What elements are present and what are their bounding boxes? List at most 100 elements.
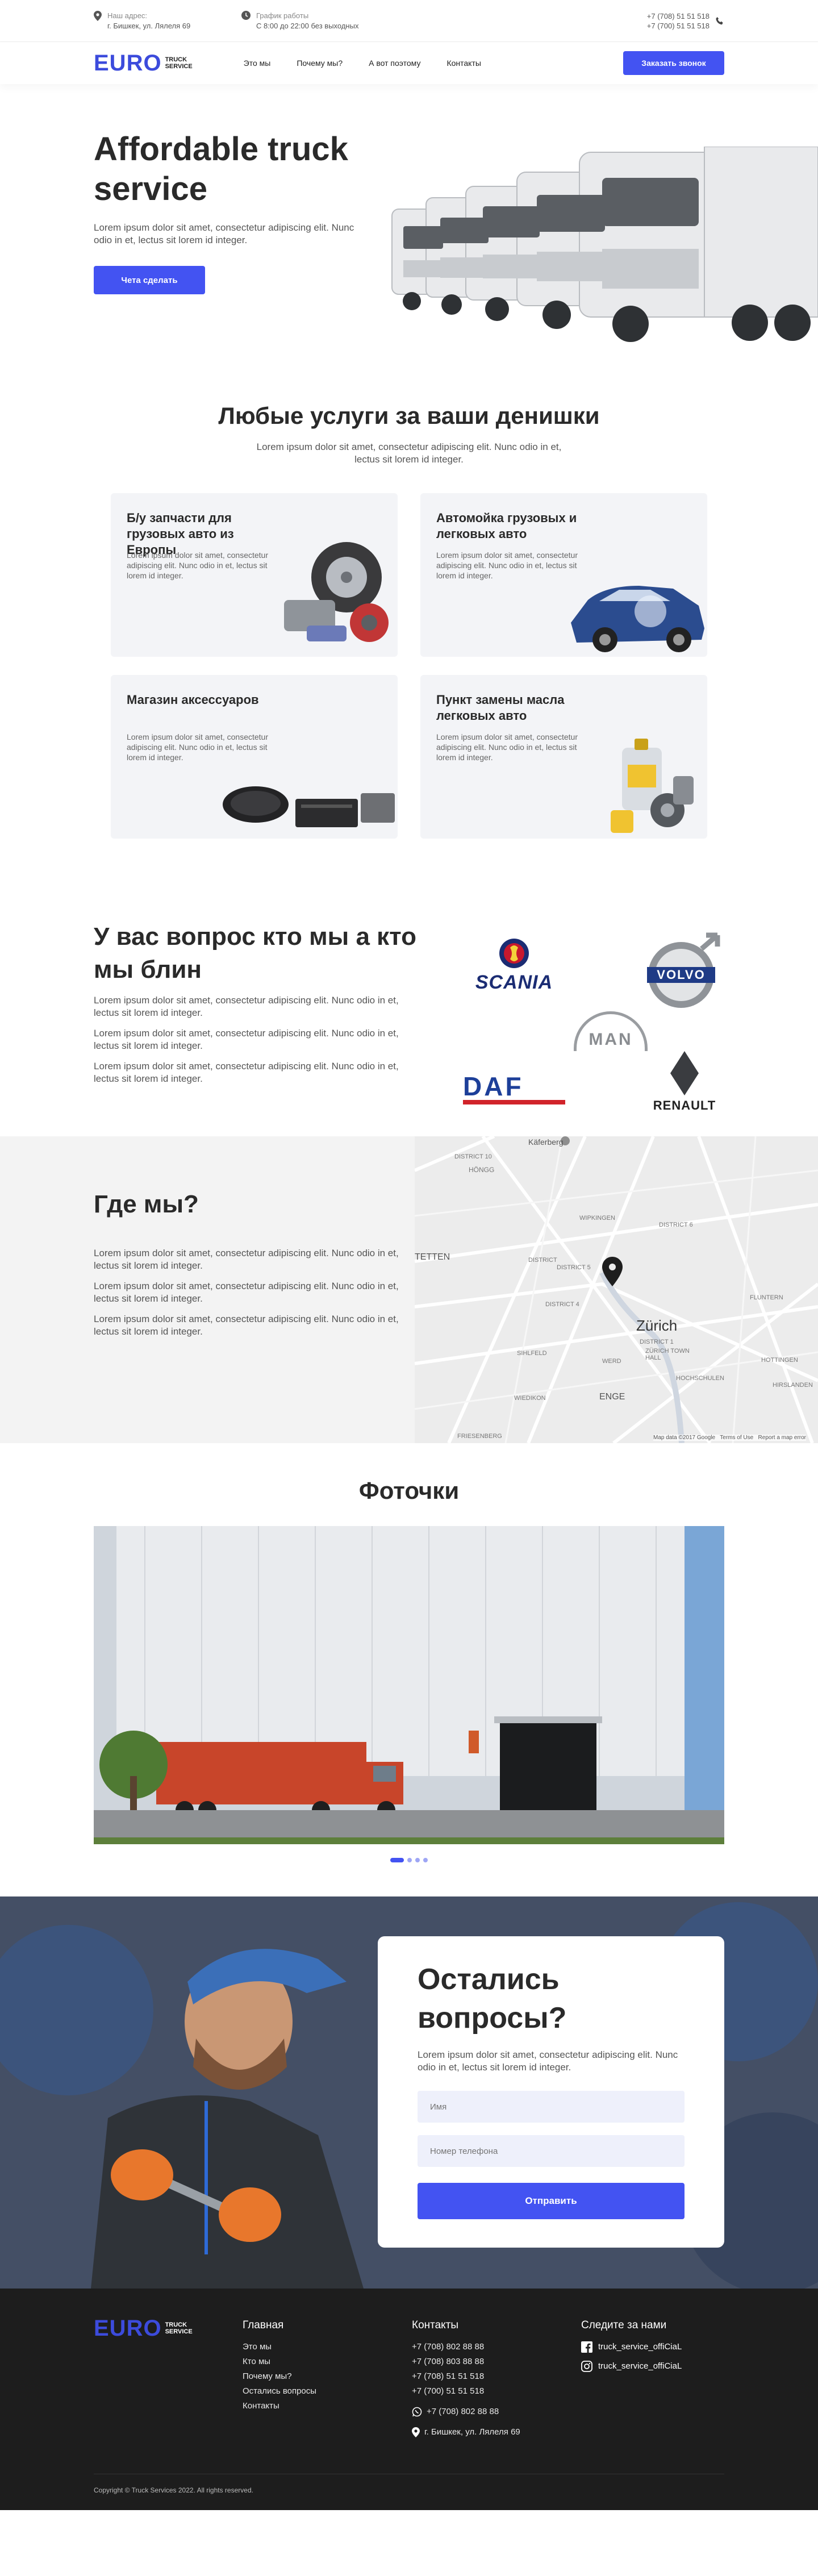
- location-paragraph: Lorem ipsum dolor sit amet, consectetur …: [94, 1281, 399, 1304]
- man-text: MAN: [589, 1030, 633, 1049]
- services-title: Любые услуги за ваши денишки: [218, 402, 600, 429]
- logo-euro-text: EURO: [94, 2316, 162, 2341]
- map-label: HÖNGG: [469, 1166, 495, 1174]
- map-label: FRIESENBERG: [457, 1433, 502, 1440]
- schedule-block: График работы С 8:00 до 22:00 без выходн…: [241, 11, 412, 31]
- facebook-icon: [581, 2341, 592, 2353]
- location-map[interactable]: Käferberg HÖNGG DISTRICT 10 WIPKINGEN DI…: [415, 1136, 818, 1443]
- hero-title: Affordable truck service: [94, 131, 348, 207]
- footer-logo[interactable]: EURO TRUCK SERVICE: [94, 2317, 193, 2340]
- top-info-bar: Наш адрес: г. Бишкек, ул. Лялеля 69 Граф…: [0, 0, 818, 42]
- man-logo: MAN: [568, 1011, 653, 1051]
- nav-item-why[interactable]: Почему мы?: [297, 59, 343, 68]
- map-label: DISTRICT 1: [640, 1339, 674, 1345]
- service-card-text: Lorem ipsum dolor sit amet, consectetur …: [127, 732, 268, 762]
- service-card-title: Пункт замены масла легковых авто: [436, 693, 565, 723]
- map-label: DISTRICT 5: [557, 1264, 591, 1271]
- footer-phone[interactable]: +7 (708) 802 88 88: [412, 2340, 520, 2354]
- location-title: Где мы?: [94, 1190, 199, 1218]
- services-section: Любые услуги за ваши денишки Lorem ipsum…: [0, 368, 818, 886]
- address-block: Наш адрес: г. Бишкек, ул. Лялеля 69: [94, 11, 241, 31]
- slider-dot[interactable]: [407, 1858, 412, 1862]
- address-text: г. Бишкек, ул. Лялеля 69: [107, 22, 191, 30]
- hero-text: Lorem ipsum dolor sit amet, consectetur …: [94, 222, 354, 245]
- about-section: У вас вопрос кто мы а кто мы блин Lorem …: [94, 886, 724, 1136]
- copyright: Copyright © Truck Services 2022. All rig…: [94, 2486, 253, 2494]
- map-pin-icon: [602, 1257, 623, 1286]
- service-card-parts[interactable]: Б/у запчасти для грузовых авто из Европы…: [111, 493, 398, 657]
- phone-input[interactable]: [418, 2135, 685, 2167]
- facebook-link[interactable]: truck_service_offiCiaL: [581, 2340, 682, 2354]
- slider-dot[interactable]: [423, 1858, 428, 1862]
- slider-dot-active[interactable]: [390, 1858, 404, 1862]
- request-call-button[interactable]: Заказать звонок: [623, 51, 724, 75]
- map-attribution: Map data ©2017 Google Terms of Use Repor…: [653, 1435, 807, 1441]
- footer-address: г. Бишкек, ул. Лялеля 69: [412, 2425, 520, 2440]
- map-label: HOTTINGEN: [761, 1357, 798, 1364]
- logo-line-1: TRUCK: [165, 56, 187, 63]
- hero-action-button[interactable]: Чета сделать: [94, 266, 205, 294]
- hero-section: Affordable truck service Lorem ipsum dol…: [0, 84, 818, 368]
- footer-nav: Главная Это мы Кто мы Почему мы? Осталис…: [243, 2318, 316, 2414]
- footer-nav-title[interactable]: Главная: [243, 2318, 316, 2333]
- scania-text: SCANIA: [475, 972, 553, 993]
- map-report-link[interactable]: Report a map error: [758, 1435, 806, 1441]
- service-card-carwash[interactable]: Автомойка грузовых и легковых авто Lorem…: [420, 493, 707, 657]
- volvo-logo: VOLVO: [645, 932, 724, 1011]
- schedule-label: График работы: [256, 11, 309, 20]
- renault-logo: RENAULT: [645, 1051, 724, 1113]
- logo-line-1: TRUCK: [165, 2321, 187, 2328]
- accessories-image: [223, 786, 395, 827]
- map-data-label: Map data ©2017 Google: [653, 1435, 716, 1441]
- clock-icon: [241, 11, 251, 20]
- volvo-text: VOLVO: [657, 968, 706, 982]
- instagram-icon: [581, 2361, 592, 2372]
- photo-slide[interactable]: [94, 1526, 724, 1844]
- about-paragraph: Lorem ipsum dolor sit amet, consectetur …: [94, 1061, 399, 1084]
- footer-link[interactable]: Контакты: [243, 2399, 316, 2414]
- footer-phone[interactable]: +7 (708) 803 88 88: [412, 2354, 520, 2369]
- footer-whatsapp[interactable]: +7 (708) 802 88 88: [412, 2404, 520, 2419]
- footer-link[interactable]: Почему мы?: [243, 2369, 316, 2384]
- contact-title: Остались вопросы?: [418, 1963, 567, 2035]
- photos-title: Фоточки: [358, 1477, 460, 1504]
- map-terms-link[interactable]: Terms of Use: [720, 1435, 753, 1441]
- daf-logo: DAF: [463, 1073, 565, 1104]
- service-card-text: Lorem ipsum dolor sit amet, consectetur …: [436, 732, 578, 762]
- contact-text: Lorem ipsum dolor sit amet, consectetur …: [418, 2049, 678, 2073]
- scania-logo: SCANIA: [463, 937, 565, 993]
- name-input[interactable]: [418, 2091, 685, 2123]
- submit-button[interactable]: Отправить: [418, 2183, 685, 2219]
- map-label: WIPKINGEN: [579, 1215, 615, 1222]
- service-card-oil-change[interactable]: Пункт замены масла легковых авто Lorem i…: [420, 675, 707, 839]
- map-label: DISTRICT: [528, 1257, 557, 1264]
- nav-item-who[interactable]: Это мы: [244, 59, 271, 68]
- top-phone-1[interactable]: +7 (708) 51 51 518: [647, 11, 710, 21]
- instagram-link[interactable]: truck_service_offiCiaL: [581, 2359, 682, 2374]
- footer-link[interactable]: Это мы: [243, 2340, 316, 2354]
- logo-euro-text: EURO: [94, 51, 162, 76]
- logo-line-2: SERVICE: [165, 2328, 193, 2335]
- map-label: WERD: [602, 1358, 621, 1365]
- main-navigation: EURO TRUCK SERVICE Это мы Почему мы? А в…: [0, 42, 818, 84]
- nav-item-because[interactable]: А вот поэтому: [369, 59, 420, 68]
- location-section: Где мы? Lorem ipsum dolor sit amet, cons…: [0, 1136, 818, 1443]
- footer-phone[interactable]: +7 (700) 51 51 518: [412, 2384, 520, 2399]
- nav-item-contacts[interactable]: Контакты: [446, 59, 481, 68]
- service-card-accessories[interactable]: Магазин аксессуаров Lorem ipsum dolor si…: [111, 675, 398, 839]
- service-card-text: Lorem ipsum dolor sit amet, consectetur …: [436, 551, 578, 580]
- site-logo[interactable]: EURO TRUCK SERVICE: [94, 52, 193, 74]
- top-phone-2[interactable]: +7 (700) 51 51 518: [647, 21, 710, 31]
- whatsapp-icon: [412, 2407, 422, 2417]
- footer-contacts: Контакты +7 (708) 802 88 88 +7 (708) 803…: [412, 2318, 520, 2440]
- footer-link[interactable]: Кто мы: [243, 2354, 316, 2369]
- footer-phone[interactable]: +7 (708) 51 51 518: [412, 2369, 520, 2384]
- slider-dot[interactable]: [415, 1858, 420, 1862]
- services-grid: Б/у запчасти для грузовых авто из Европы…: [111, 493, 707, 839]
- renault-text: RENAULT: [653, 1098, 716, 1112]
- map-label: DISTRICT 4: [545, 1301, 579, 1308]
- nav-menu: Это мы Почему мы? А вот поэтому Контакты: [244, 59, 481, 68]
- footer-link[interactable]: Остались вопросы: [243, 2384, 316, 2399]
- top-phones: +7 (708) 51 51 518 +7 (700) 51 51 518: [647, 11, 724, 31]
- map-label: HIRSLANDEN: [773, 1382, 813, 1389]
